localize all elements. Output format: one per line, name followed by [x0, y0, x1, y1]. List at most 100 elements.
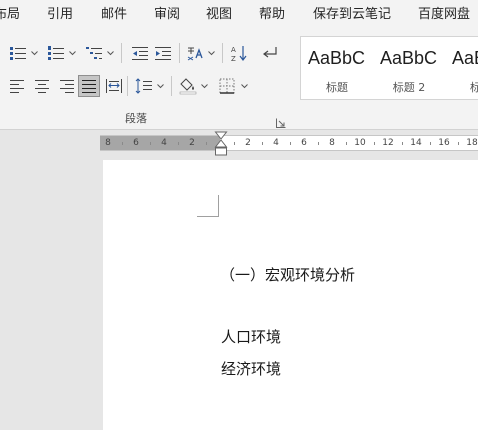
chevron-down-icon: [30, 50, 38, 55]
ruler-number: 2: [245, 138, 251, 148]
document-line[interactable]: 经济环境: [221, 359, 281, 379]
svg-text:A: A: [231, 46, 236, 54]
separator: [179, 43, 180, 63]
document-line[interactable]: 人口环境: [221, 327, 281, 347]
ruler-tick: [430, 142, 431, 145]
style-name: 标题: [326, 81, 348, 94]
multilevel-list-icon: [86, 47, 102, 59]
ruler-number: 6: [133, 138, 139, 148]
line-spacing-button[interactable]: [134, 76, 154, 96]
chevron-down-icon: [200, 83, 208, 88]
hourglass-indent-icon: [214, 131, 228, 156]
multilevel-list-button[interactable]: [84, 43, 104, 63]
ruler-left-margin: [100, 136, 220, 150]
bullets-dropdown[interactable]: [30, 43, 38, 63]
ruler-tick: [402, 142, 403, 145]
tab-layout[interactable]: 布局: [0, 6, 20, 24]
ruler-number: 8: [105, 138, 111, 148]
chinese-layout-button[interactable]: [186, 43, 206, 63]
sort-button[interactable]: A Z: [229, 43, 249, 63]
multilevel-list-dropdown[interactable]: [106, 43, 114, 63]
chinese-layout-dropdown[interactable]: [207, 43, 215, 63]
bullet-list-icon: [10, 47, 26, 60]
chevron-down-icon: [68, 50, 76, 55]
align-center-icon: [35, 80, 49, 93]
separator: [171, 76, 172, 96]
horizontal-ruler[interactable]: 8 6 4 2 2 4 6 8 10 12 14 16 18: [100, 135, 478, 151]
separator: [127, 76, 128, 96]
ruler-tick: [374, 142, 375, 145]
shading-dropdown[interactable]: [200, 76, 208, 96]
ruler-tick: [458, 142, 459, 145]
paint-bucket-icon: [179, 78, 197, 95]
distribute-text-icon: [106, 79, 122, 93]
sort-az-icon: A Z: [231, 46, 247, 62]
svg-text:Z: Z: [231, 55, 236, 62]
justify-icon: [82, 80, 96, 93]
ruler-tick: [150, 142, 151, 145]
style-sample: AaBbC: [380, 48, 438, 68]
decrease-indent-button[interactable]: [130, 43, 150, 63]
borders-button[interactable]: [217, 76, 237, 96]
ruler-number: 6: [301, 138, 307, 148]
tab-view[interactable]: 视图: [206, 6, 232, 24]
ruler-strip: 8 6 4 2 2 4 6 8 10 12 14 16 18: [0, 131, 478, 155]
document-heading[interactable]: （一）宏观环境分析: [220, 265, 355, 285]
numbered-list-icon: [48, 46, 64, 60]
paragraph-mark-icon: [263, 47, 277, 58]
tab-save-to-cloud-notes[interactable]: 保存到云笔记: [313, 6, 391, 24]
style-title[interactable]: AaB 标题: [445, 37, 478, 99]
tab-review[interactable]: 审阅: [154, 6, 180, 24]
increase-indent-icon: [155, 47, 171, 60]
chevron-down-icon: [240, 83, 248, 88]
style-name: 标题: [445, 79, 478, 95]
ruler-number: 12: [382, 138, 394, 148]
show-hide-marks-button[interactable]: [260, 43, 280, 63]
chinese-layout-icon: [187, 47, 203, 61]
distributed-button[interactable]: [104, 76, 124, 96]
paragraph-dialog-launcher[interactable]: [276, 113, 286, 128]
ruler-tick: [262, 142, 263, 145]
style-sample: AaBbC: [308, 48, 366, 68]
tab-baidu-netdisk[interactable]: 百度网盘: [418, 6, 470, 24]
numbering-button[interactable]: [46, 43, 66, 63]
style-name: 标题 2: [392, 81, 426, 94]
ruler-number: 14: [410, 138, 422, 148]
line-spacing-dropdown[interactable]: [156, 76, 164, 96]
align-right-button[interactable]: [56, 76, 76, 96]
ruler-number: 2: [189, 138, 195, 148]
bullets-button[interactable]: [8, 43, 28, 63]
page-corner-mark: [197, 216, 219, 217]
ruler-number: 8: [329, 138, 335, 148]
chevron-down-icon: [106, 50, 114, 55]
styles-gallery: AaBbC 标题 AaBbC 标题 2 AaB 标题: [300, 36, 478, 100]
shading-button[interactable]: [178, 76, 198, 96]
document-page[interactable]: [103, 160, 478, 430]
align-right-icon: [60, 80, 74, 93]
ruler-tick: [206, 142, 207, 145]
chevron-down-icon: [207, 50, 215, 55]
separator: [222, 43, 223, 63]
numbering-dropdown[interactable]: [68, 43, 76, 63]
indent-marker[interactable]: [214, 131, 228, 158]
ruler-number: 16: [438, 138, 450, 148]
borders-dropdown[interactable]: [240, 76, 248, 96]
tab-references[interactable]: 引用: [47, 6, 73, 24]
ruler-tick: [318, 142, 319, 145]
separator: [121, 43, 122, 63]
style-heading-2[interactable]: AaBbC 标题 2: [373, 37, 445, 99]
ruler-tick: [178, 142, 179, 145]
justify-button[interactable]: [78, 75, 100, 97]
tab-help[interactable]: 帮助: [259, 6, 285, 24]
tab-mailings[interactable]: 邮件: [101, 6, 127, 24]
ruler-number: 10: [354, 138, 366, 148]
page-corner-mark: [218, 195, 219, 217]
style-heading-1[interactable]: AaBbC 标题: [301, 37, 373, 99]
align-center-button[interactable]: [32, 76, 52, 96]
increase-indent-button[interactable]: [153, 43, 173, 63]
ribbon-tab-bar: 布局 引用 邮件 审阅 视图 帮助 保存到云笔记 百度网盘: [0, 0, 478, 30]
ruler-number: 18: [466, 138, 478, 148]
ruler-tick: [234, 142, 235, 145]
align-left-button[interactable]: [8, 76, 28, 96]
ruler-tick: [346, 142, 347, 145]
